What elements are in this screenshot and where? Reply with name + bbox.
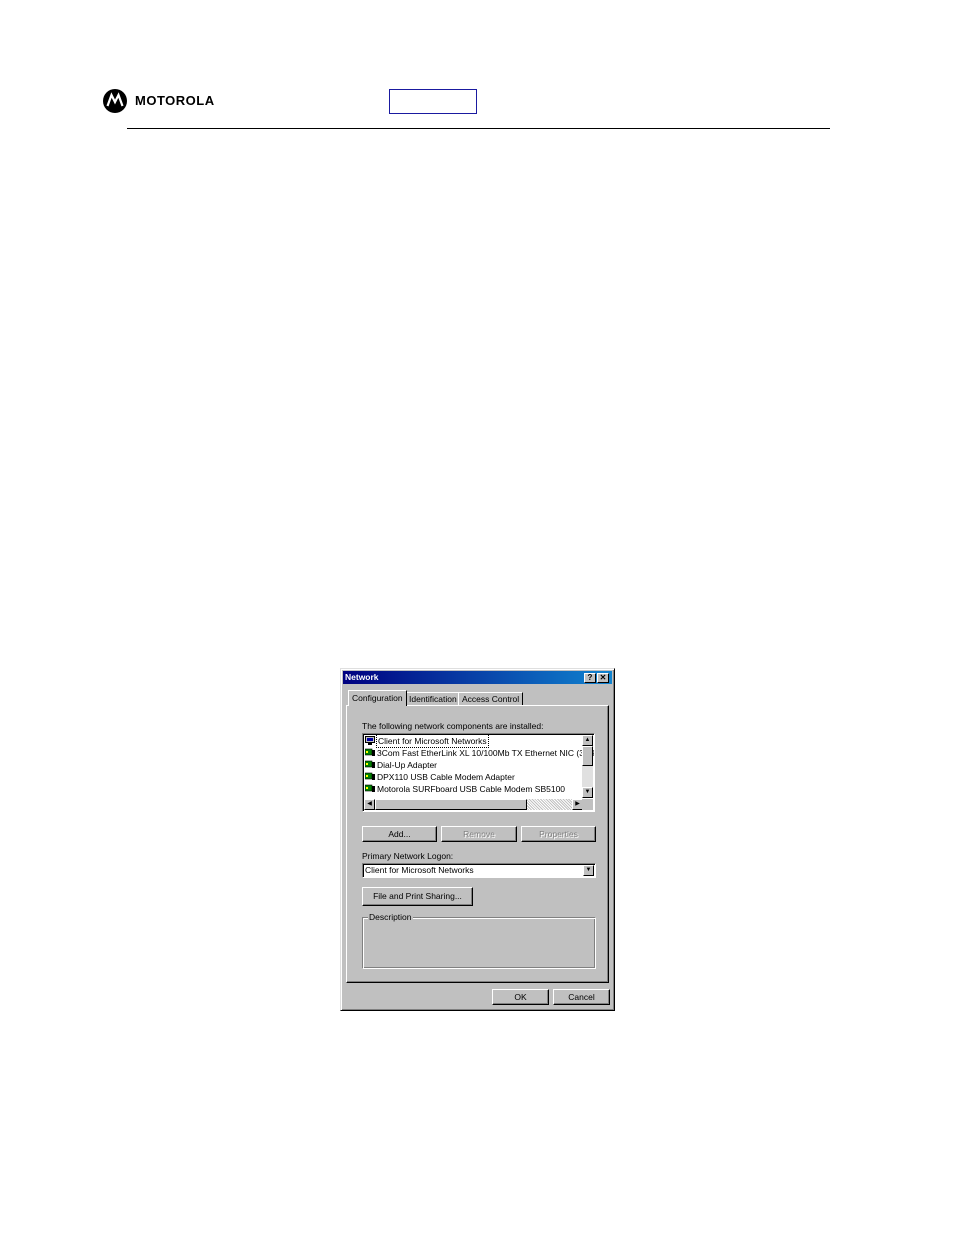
components-list[interactable]: Client for Microsoft Networks 3Com Fast …: [362, 733, 595, 812]
file-print-sharing-button[interactable]: File and Print Sharing...: [362, 887, 473, 906]
description-group: Description: [362, 912, 596, 969]
close-button[interactable]: ✕: [597, 673, 609, 683]
primary-logon-select[interactable]: Client for Microsoft Networks ▼: [362, 863, 596, 878]
header-divider: [127, 128, 830, 129]
list-item-label: DPX110 USB Cable Modem Adapter: [377, 772, 515, 782]
tab-access-control[interactable]: Access Control: [458, 692, 524, 706]
help-button[interactable]: ?: [584, 673, 596, 683]
horizontal-scrollbar[interactable]: ◀ ▶: [364, 799, 583, 810]
list-item-label: Motorola SURFboard USB Cable Modem SB510…: [377, 784, 566, 794]
primary-logon-value: Client for Microsoft Networks: [365, 865, 474, 875]
add-button[interactable]: Add...: [362, 826, 437, 842]
network-client-icon: [365, 736, 375, 745]
list-item-label: Client for Microsoft Networks: [376, 734, 489, 748]
tab-configuration[interactable]: Configuration: [348, 690, 407, 706]
configuration-panel: The following network components are ins…: [346, 705, 609, 983]
installed-components-label: The following network components are ins…: [362, 721, 544, 731]
scroll-down-icon[interactable]: ▼: [582, 787, 593, 798]
chevron-down-icon[interactable]: ▼: [583, 865, 594, 876]
remove-button[interactable]: Remove: [441, 826, 517, 842]
cancel-button[interactable]: Cancel: [553, 989, 610, 1005]
list-item-label: 3Com Fast EtherLink XL 10/100Mb TX Ether…: [377, 748, 595, 758]
network-dialog: Network ? ✕ Configuration Identification…: [340, 668, 615, 1011]
vertical-scroll-thumb[interactable]: [582, 746, 593, 766]
ok-button[interactable]: OK: [492, 989, 549, 1005]
brand-name: MOTOROLA: [135, 93, 215, 108]
tab-identification[interactable]: Identification: [405, 692, 461, 706]
scroll-up-icon[interactable]: ▲: [582, 735, 593, 746]
description-label: Description: [368, 912, 413, 922]
properties-button[interactable]: Properties: [521, 826, 596, 842]
network-adapter-icon: [365, 784, 375, 792]
vertical-scrollbar[interactable]: ▲ ▼: [582, 735, 593, 798]
scroll-left-icon[interactable]: ◀: [364, 799, 375, 810]
motorola-logo-icon: [103, 89, 127, 113]
network-adapter-icon: [365, 760, 375, 768]
list-item-label: Dial-Up Adapter: [377, 760, 438, 770]
network-adapter-icon: [365, 772, 375, 780]
network-adapter-icon: [365, 748, 375, 756]
dialog-title: Network: [345, 672, 379, 682]
scrollbar-corner: [582, 799, 593, 810]
primary-logon-label: Primary Network Logon:: [362, 851, 454, 861]
header-link-box[interactable]: [389, 89, 477, 114]
dialog-title-bar[interactable]: Network ? ✕: [343, 671, 612, 684]
horizontal-scroll-thumb[interactable]: [375, 799, 527, 810]
